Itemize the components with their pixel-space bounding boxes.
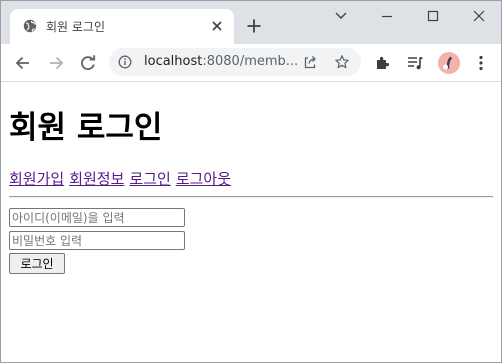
close-icon[interactable] bbox=[210, 19, 224, 33]
star-icon[interactable] bbox=[334, 54, 350, 70]
nav-link-logout[interactable]: 로그아웃 bbox=[176, 170, 231, 188]
browser-toolbar: localhost:8080/memb... bbox=[1, 44, 501, 82]
divider bbox=[9, 196, 493, 198]
media-queue-icon[interactable] bbox=[405, 53, 425, 73]
page-content: 회원 로그인 회원가입회원정보로그인로그아웃 로그인 bbox=[1, 82, 501, 362]
chevron-down-icon[interactable] bbox=[330, 7, 352, 25]
tab-title: 회원 로그인 bbox=[46, 20, 106, 34]
title-bar: 회원 로그인 bbox=[1, 1, 501, 44]
puzzle-icon[interactable] bbox=[373, 53, 393, 73]
maximize-icon[interactable] bbox=[422, 7, 444, 25]
globe-icon bbox=[23, 19, 37, 33]
arrow-right-icon bbox=[50, 56, 64, 70]
close-window-icon[interactable] bbox=[468, 7, 490, 25]
nav-link-login[interactable]: 로그인 bbox=[129, 170, 170, 188]
kebab-menu-icon[interactable] bbox=[471, 53, 491, 73]
reload-icon[interactable] bbox=[78, 53, 98, 73]
info-icon[interactable] bbox=[118, 55, 132, 69]
login-button[interactable]: 로그인 bbox=[9, 253, 65, 274]
share-icon[interactable] bbox=[302, 54, 318, 70]
url-rest: :8080/memb... bbox=[202, 54, 299, 69]
minimize-icon[interactable] bbox=[376, 7, 398, 25]
browser-tab[interactable]: 회원 로그인 bbox=[10, 9, 234, 44]
member-nav: 회원가입 회원정보 로그인 로그아웃 bbox=[9, 168, 236, 189]
avatar[interactable] bbox=[438, 52, 460, 74]
page-title: 회원 로그인 bbox=[9, 110, 163, 146]
url-host: localhost bbox=[144, 54, 203, 69]
url-text[interactable]: localhost:8080/memb... bbox=[144, 54, 298, 69]
plus-icon[interactable] bbox=[245, 17, 263, 35]
address-bar[interactable]: localhost:8080/memb... bbox=[109, 48, 361, 76]
password-field[interactable] bbox=[9, 231, 185, 250]
nav-link-signup[interactable]: 회원가입 bbox=[9, 170, 64, 188]
browser-window: 회원 로그인 localhost:8080/memb... 회원 로그인 회원가… bbox=[0, 0, 502, 363]
email-field[interactable] bbox=[9, 208, 185, 227]
nav-link-member-info[interactable]: 회원정보 bbox=[69, 170, 124, 188]
profile-icon bbox=[438, 52, 460, 74]
arrow-left-icon[interactable] bbox=[13, 53, 33, 73]
